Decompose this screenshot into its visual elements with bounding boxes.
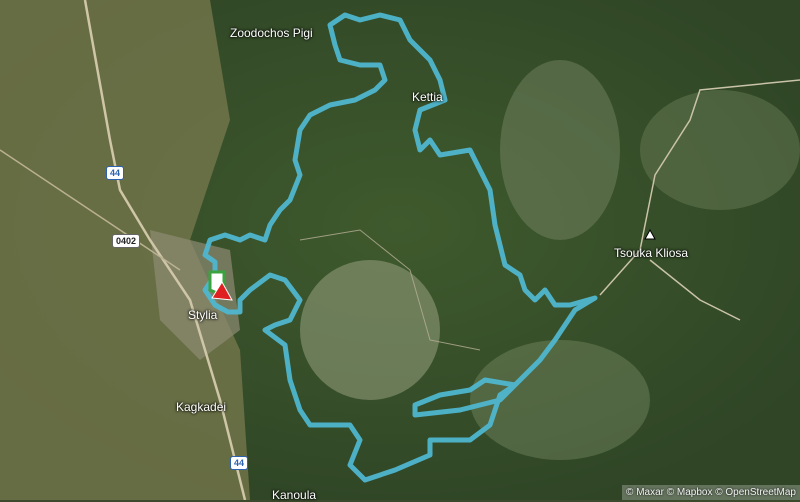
map-attribution[interactable]: © Maxar © Mapbox © OpenStreetMap	[622, 485, 800, 500]
road-shield: 44	[230, 456, 249, 470]
road-shield: 44	[106, 166, 125, 180]
rocky-slope	[300, 260, 440, 400]
place-label: Stylia	[188, 308, 218, 322]
place-label: Kagkadei	[176, 400, 227, 414]
road-shield: 0402	[112, 234, 141, 248]
place-label: Zoodochos Pigi	[230, 26, 313, 40]
place-label: Tsouka Kliosa	[614, 246, 689, 260]
rocky-slope	[500, 60, 620, 240]
rocky-slope	[640, 90, 800, 210]
place-label: Kettia	[412, 90, 443, 104]
